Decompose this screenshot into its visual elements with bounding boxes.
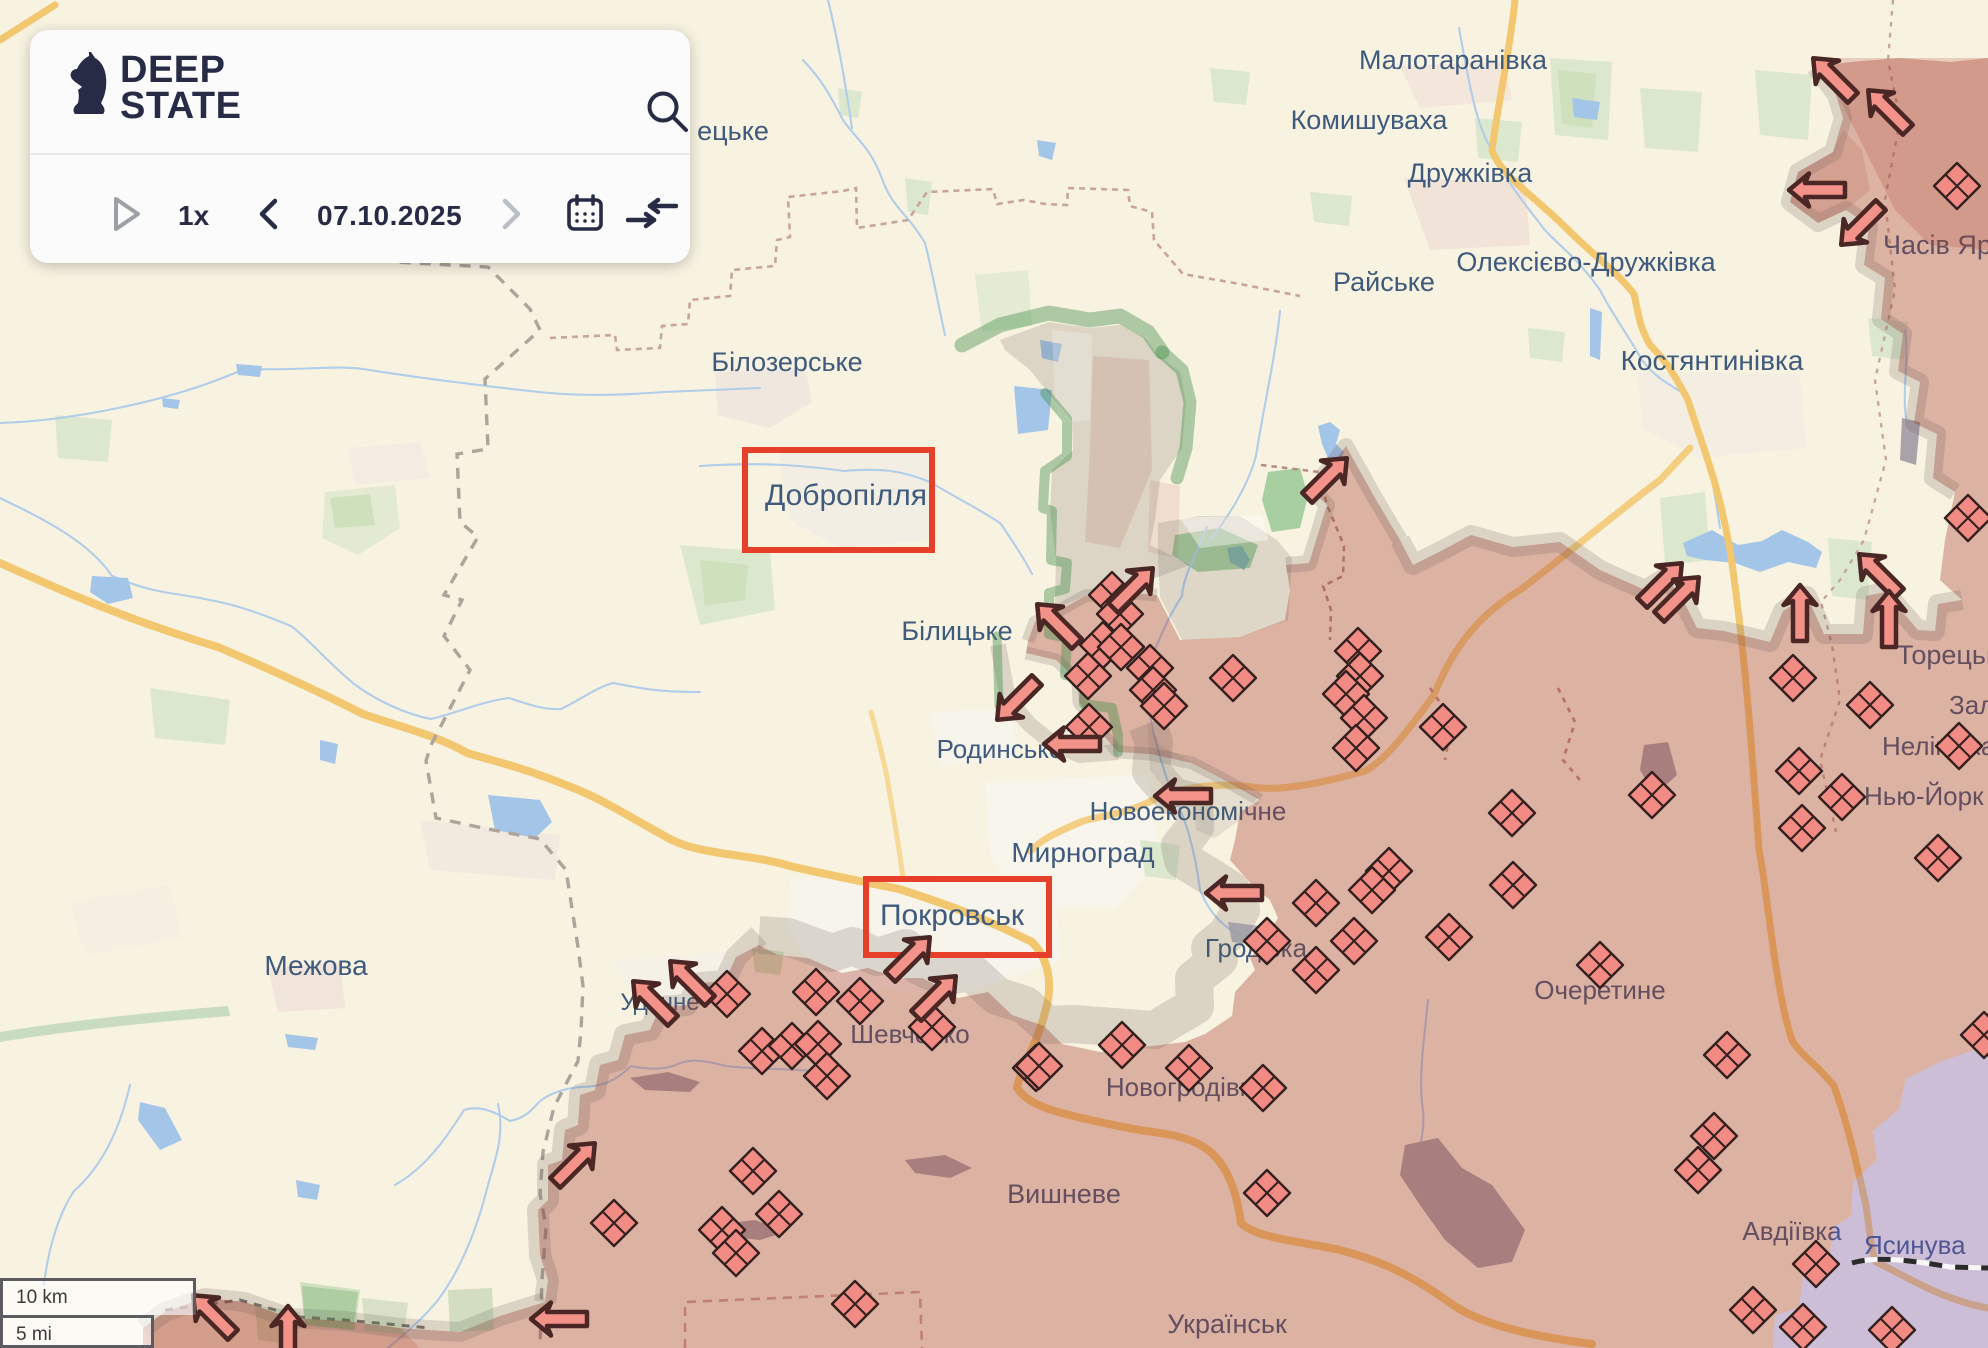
svg-text:Олексієво-Дружківка: Олексієво-Дружківка: [1456, 247, 1716, 277]
svg-text:Покровськ: Покровськ: [880, 899, 1025, 932]
svg-text:Райське: Райське: [1333, 267, 1435, 297]
svg-text:Білозерське: Білозерське: [711, 347, 862, 377]
svg-text:Костянтинівка: Костянтинівка: [1621, 345, 1804, 376]
svg-text:Межова: Межова: [264, 950, 368, 981]
svg-text:Мирноград: Мирноград: [1011, 837, 1154, 868]
svg-text:ецьке: ецьке: [697, 116, 769, 146]
svg-text:Малотаранівка: Малотаранівка: [1359, 45, 1548, 75]
svg-text:Добропілля: Добропілля: [765, 479, 927, 512]
svg-text:Комишуваха: Комишуваха: [1291, 105, 1449, 135]
svg-text:Дружківка: Дружківка: [1408, 158, 1533, 188]
